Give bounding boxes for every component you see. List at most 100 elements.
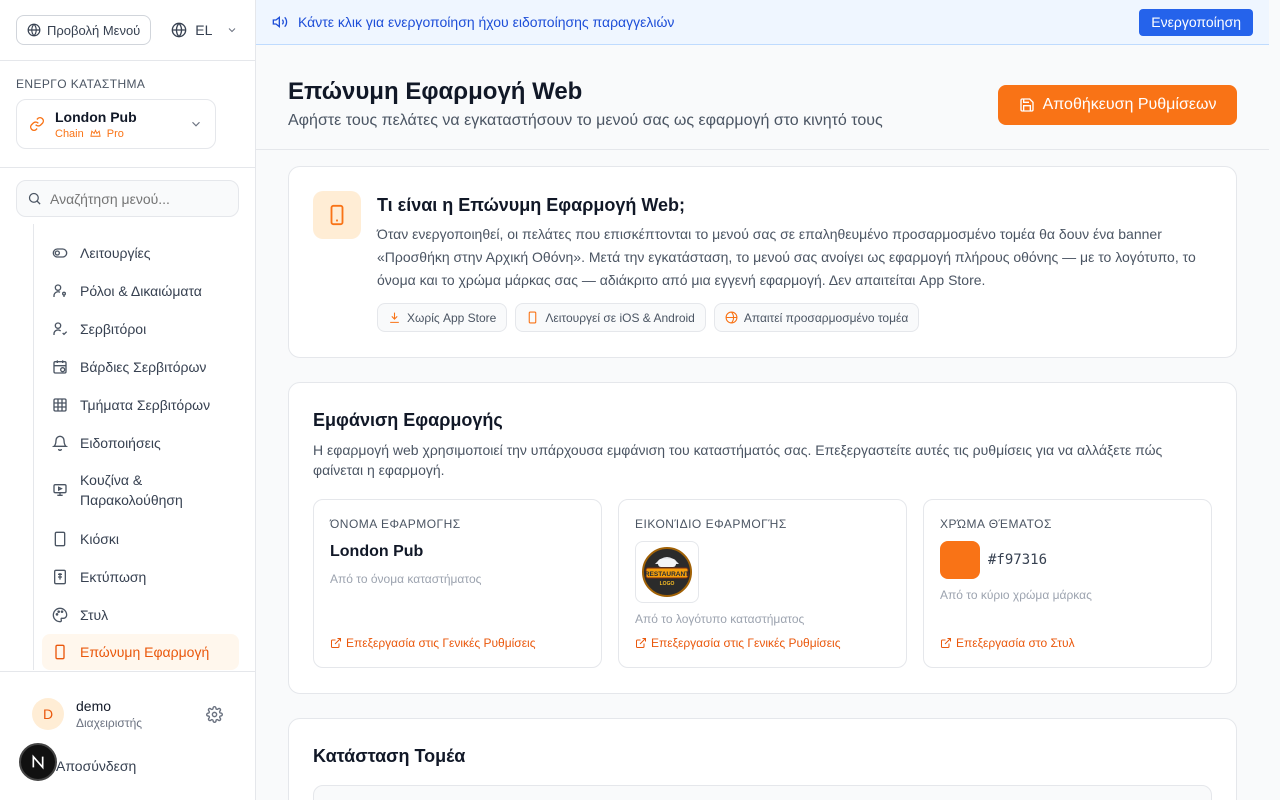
store-type: Chain (55, 127, 84, 140)
chip-label: Λειτουργεί σε iOS & Android (545, 310, 695, 325)
info-card: Τι είναι η Επώνυμη Εφαρμογή Web; Όταν εν… (288, 166, 1237, 358)
theme-color-card: ΧΡΏΜΑ ΘΈΜΑΤΟΣ #f97316 Από το κύριο χρώμα… (923, 499, 1212, 668)
dev-badge[interactable] (19, 743, 57, 781)
store-name: London Pub (55, 108, 137, 125)
smartphone-icon (52, 644, 68, 660)
language-selector[interactable]: EL (171, 22, 238, 38)
monitor-icon (52, 482, 68, 498)
link-label: Επεξεργασία στις Γενικές Ρυθμίσεις (346, 636, 536, 650)
external-link-icon (635, 637, 647, 649)
nav-tree-line (33, 224, 34, 670)
info-icon-box (313, 191, 361, 239)
palette-icon (52, 607, 68, 623)
enable-sound-button[interactable]: Ενεργοποίηση (1139, 8, 1253, 36)
sidebar-item-notifications[interactable]: Ειδοποιήσεις (42, 424, 239, 462)
sidebar-item-label: Ρόλοι & Δικαιώματα (80, 283, 202, 299)
save-settings-button[interactable]: Αποθήκευση Ρυθμίσεων (998, 85, 1237, 125)
sidebar-item-label: Εκτύπωση (80, 569, 147, 585)
app-icon-label: ΕΙΚΟΝΊΔΙΟ ΕΦΑΡΜΟΓΉΣ (635, 517, 787, 531)
app-name-card: ΌΝΟΜΑ ΕΦΑΡΜΟΓΗΣ London Pub Από το όνομα … (313, 499, 602, 668)
language-label: EL (195, 22, 213, 38)
sidebar-item-label: Κιόσκι (80, 531, 119, 547)
store-plan: Pro (106, 127, 124, 140)
sidebar-item-kitchen[interactable]: Κουζίνα & Παρακολούθηση (42, 462, 239, 518)
restaurant-logo-image: RESTAURANT LOGO (635, 541, 699, 603)
menu-preview-label: Προβολή Μενού (47, 22, 141, 38)
chip-custom-domain: Απαιτεί προσαρμοσμένο τομέα (713, 303, 920, 332)
sidebar-item-features[interactable]: Λειτουργίες (42, 234, 239, 272)
smartphone-icon (326, 204, 348, 226)
menu-search[interactable] (16, 180, 239, 217)
store-selector[interactable]: London Pub Chain Pro (16, 99, 216, 149)
app-name-value: London Pub (330, 543, 424, 560)
sidebar-item-label-line2: Παρακολούθηση (80, 492, 183, 508)
gear-icon[interactable] (206, 706, 223, 723)
logo-text: RESTAURANT (645, 571, 689, 578)
receipt-icon (52, 569, 68, 585)
sidebar-nav: Λειτουργίες Ρόλοι & Δικαιώματα Σερβιτόρο… (0, 224, 255, 670)
grid-icon (52, 397, 68, 413)
smartphone-icon (526, 311, 539, 324)
theme-color-label: ΧΡΏΜΑ ΘΈΜΑΤΟΣ (940, 517, 1052, 531)
app-icon-note: Από το λογότυπο καταστήματος (635, 612, 805, 626)
edit-general-settings-link[interactable]: Επεξεργασία στις Γενικές Ρυθμίσεις (330, 636, 536, 650)
sidebar-item-label: Επώνυμη Εφαρμογή (80, 644, 210, 660)
speaker-icon (272, 14, 288, 30)
sidebar-item-waiter-shifts[interactable]: Βάρδιες Σερβιτόρων (42, 348, 239, 386)
download-icon (388, 311, 401, 324)
globe-icon (725, 311, 738, 324)
chip-label: Απαιτεί προσαρμοσμένο τομέα (743, 310, 909, 325)
external-link-icon (940, 637, 952, 649)
user-key-icon (52, 283, 68, 299)
theme-color-hex: #f97316 (988, 552, 1048, 568)
globe-icon (171, 22, 187, 38)
banner-text[interactable]: Κάντε κλικ για ενεργοποίηση ήχου ειδοποί… (298, 14, 674, 30)
sidebar-item-label: Στυλ (80, 607, 109, 623)
page-title: Επώνυμη Εφαρμογή Web (288, 78, 583, 105)
link-icon (29, 116, 45, 132)
domain-status-title: Κατάσταση Τομέα (313, 746, 466, 766)
chip-no-app-store: Χωρίς App Store (377, 303, 508, 332)
sound-notification-banner: Κάντε κλικ για ενεργοποίηση ήχου ειδοποί… (256, 0, 1269, 45)
toggle-icon (52, 245, 68, 261)
chevron-down-icon (226, 24, 238, 36)
info-title: Τι είναι η Επώνυμη Εφαρμογή Web; (377, 195, 686, 215)
edit-general-settings-link[interactable]: Επεξεργασία στις Γενικές Ρυθμίσεις (635, 636, 841, 650)
user-name: demo (76, 698, 112, 714)
sidebar-item-waiter-sections[interactable]: Τμήματα Σερβιτόρων (42, 386, 239, 424)
user-profile[interactable]: D demo Διαχειριστής (32, 698, 142, 730)
search-icon (27, 191, 42, 206)
sidebar-item-label: Βάρδιες Σερβιτόρων (80, 359, 207, 375)
sidebar-item-label: Σερβιτόροι (80, 321, 147, 337)
app-icon-card: ΕΙΚΟΝΊΔΙΟ ΕΦΑΡΜΟΓΉΣ RESTAURANT LOGO Από … (618, 499, 907, 668)
domain-status-box (313, 785, 1212, 800)
crown-icon (90, 128, 101, 139)
search-input[interactable] (50, 190, 220, 207)
appearance-title: Εμφάνιση Εφαρμογής (313, 410, 503, 430)
n-logo-icon (30, 754, 46, 770)
sidebar-item-label: Ειδοποιήσεις (80, 435, 161, 451)
edit-style-link[interactable]: Επεξεργασία στο Στυλ (940, 636, 1075, 650)
avatar: D (32, 698, 64, 730)
chip-label: Χωρίς App Store (407, 310, 497, 325)
active-store-section: ΕΝΕΡΓΟ ΚΑΤΑΣΤΗΜΑ London Pub Chain Pro (0, 61, 255, 168)
sidebar-item-branded-app[interactable]: Επώνυμη Εφαρμογή (42, 634, 239, 670)
save-settings-label: Αποθήκευση Ρυθμίσεων (1042, 96, 1217, 113)
theme-color-note: Από το κύριο χρώμα μάρκας (940, 588, 1092, 602)
app-name-note: Από το όνομα καταστήματος (330, 572, 482, 586)
info-description: Όταν ενεργοποιηθεί, οι πελάτες που επισκ… (377, 226, 1196, 288)
sidebar-top-bar: Προβολή Μενού EL (0, 0, 255, 61)
link-label: Επεξεργασία στις Γενικές Ρυθμίσεις (651, 636, 841, 650)
app-name-label: ΌΝΟΜΑ ΕΦΑΡΜΟΓΗΣ (330, 517, 461, 531)
sidebar-item-style[interactable]: Στυλ (42, 596, 239, 634)
globe-icon (27, 23, 41, 37)
domain-status-card: Κατάσταση Τομέα (288, 718, 1237, 800)
calendar-clock-icon (52, 359, 68, 375)
sidebar-item-roles[interactable]: Ρόλοι & Δικαιώματα (42, 272, 239, 310)
logout-button[interactable]: Αποσύνδεση (56, 758, 136, 774)
link-label: Επεξεργασία στο Στυλ (956, 636, 1075, 650)
sidebar-item-waiters[interactable]: Σερβιτόροι (42, 310, 239, 348)
sidebar-item-printing[interactable]: Εκτύπωση (42, 558, 239, 596)
menu-preview-button[interactable]: Προβολή Μενού (16, 15, 152, 45)
sidebar-item-kiosk[interactable]: Κιόσκι (42, 520, 239, 558)
